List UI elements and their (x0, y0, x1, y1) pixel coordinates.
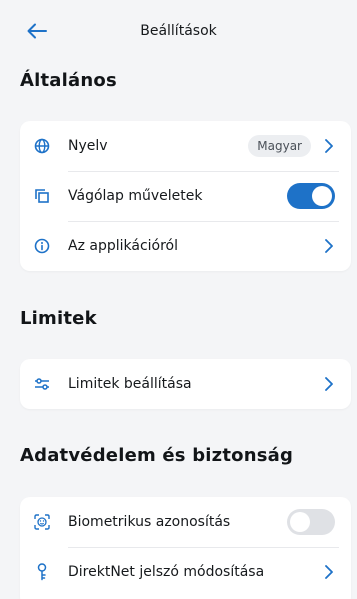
face-id-icon (32, 512, 52, 532)
language-label: Nyelv (68, 138, 108, 154)
top-bar: Beállítások (0, 0, 357, 64)
section-title-limits: Limitek (20, 308, 97, 329)
about-app-row[interactable]: Az applikációról (20, 221, 351, 271)
change-password-row[interactable]: DirektNet jelszó módosítása (20, 547, 351, 597)
info-icon (32, 236, 52, 256)
clipboard-actions-toggle[interactable] (287, 183, 335, 209)
clipboard-actions-row: Vágólap műveletek (20, 171, 351, 221)
biometric-toggle[interactable] (287, 509, 335, 535)
biometric-row: Biometrikus azonosítás (20, 497, 351, 547)
privacy-security-card: Biometrikus azonosítás DirektNet jelszó … (20, 497, 351, 599)
chevron-right-icon (323, 376, 335, 392)
clipboard-actions-label: Vágólap műveletek (68, 188, 203, 204)
chevron-right-icon (323, 564, 335, 580)
language-value-badge: Magyar (248, 135, 311, 157)
copy-icon (32, 186, 52, 206)
key-icon (32, 562, 52, 582)
limits-card: Limitek beállítása (20, 359, 351, 409)
about-app-label: Az applikációról (68, 238, 179, 254)
toggle-knob (290, 512, 310, 532)
biometric-label: Biometrikus azonosítás (68, 514, 231, 530)
change-password-label: DirektNet jelszó módosítása (68, 564, 265, 580)
limit-settings-row[interactable]: Limitek beállítása (20, 359, 351, 409)
sliders-icon (32, 374, 52, 394)
toggle-knob (312, 186, 332, 206)
language-row[interactable]: Nyelv Magyar (20, 121, 351, 171)
page-title: Beállítások (140, 23, 217, 39)
chevron-right-icon (323, 238, 335, 254)
section-title-general: Általános (20, 70, 117, 91)
chevron-right-icon (323, 138, 335, 154)
general-settings-card: Nyelv Magyar Vágólap műveletek Az applik… (20, 121, 351, 271)
section-title-privacy-security: Adatvédelem és biztonság (20, 445, 294, 466)
limit-settings-label: Limitek beállítása (68, 376, 192, 392)
globe-icon (32, 136, 52, 156)
